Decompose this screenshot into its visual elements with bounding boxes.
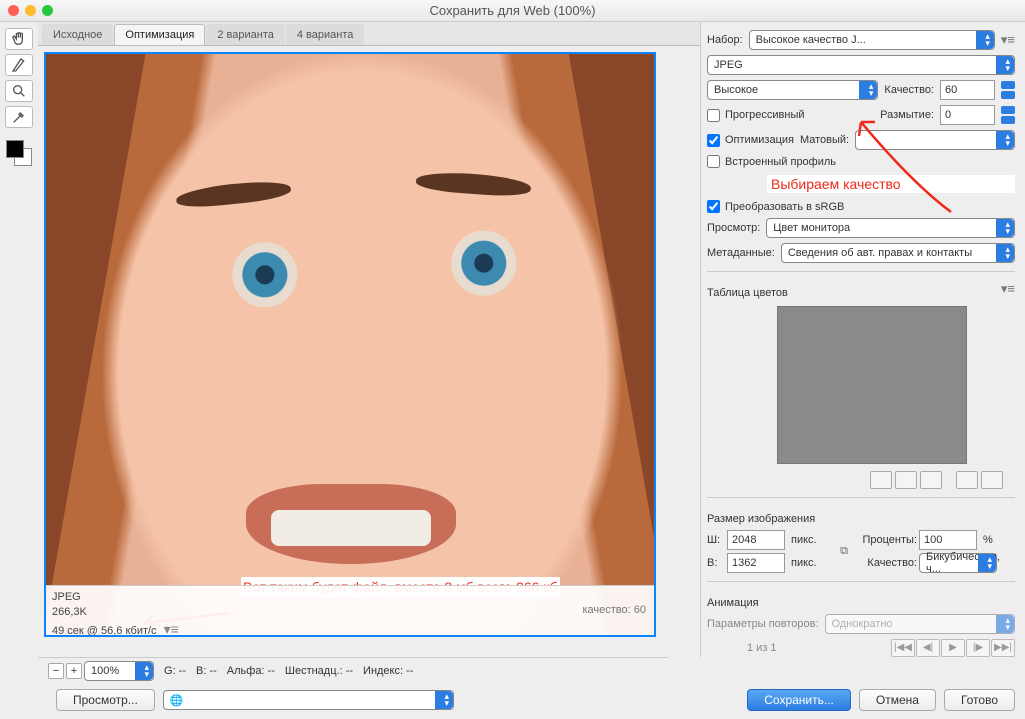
- status-b: B: --: [196, 665, 217, 677]
- quality-input[interactable]: 60: [940, 80, 995, 100]
- percent-label: Проценты:: [857, 534, 917, 546]
- blur-stepper[interactable]: [1001, 105, 1015, 125]
- width-input[interactable]: 2048: [727, 530, 785, 550]
- link-icon[interactable]: ⧉: [833, 545, 855, 558]
- optimization-checkbox[interactable]: Оптимизация: [707, 134, 794, 147]
- first-frame-icon: |◀◀: [891, 639, 915, 657]
- px-label: пикс.: [791, 534, 831, 546]
- save-button[interactable]: Сохранить...: [747, 689, 851, 711]
- zoom-in-icon[interactable]: +: [66, 663, 82, 679]
- quality-stepper[interactable]: [1001, 80, 1015, 100]
- embedded-profile-checkbox[interactable]: Встроенный профиль: [707, 155, 836, 168]
- titlebar: Сохранить для Web (100%): [0, 0, 1025, 22]
- resample-label: Качество:: [857, 557, 917, 569]
- tab-optimized[interactable]: Оптимизация: [114, 24, 205, 45]
- preview-image: [46, 54, 654, 635]
- ct-action-4-icon[interactable]: [956, 471, 978, 489]
- foreground-swatch[interactable]: [6, 140, 24, 158]
- zoom-select[interactable]: 100%▴▾: [84, 661, 154, 681]
- window-title: Сохранить для Web (100%): [0, 3, 1025, 18]
- w-label: Ш:: [707, 534, 725, 546]
- frame-indicator: 1 из 1: [747, 642, 777, 654]
- preview-tabs: Исходное Оптимизация 2 варианта 4 вариан…: [38, 22, 700, 46]
- convert-srgb-checkbox[interactable]: Преобразовать в sRGB: [707, 200, 844, 213]
- eyedropper-tool-icon[interactable]: [5, 106, 33, 128]
- percent-sign: %: [983, 534, 997, 546]
- cancel-button[interactable]: Отмена: [859, 689, 936, 711]
- px-label-2: пикс.: [791, 557, 831, 569]
- color-table-title: Таблица цветов: [707, 284, 788, 299]
- status-alpha: Альфа: --: [227, 665, 275, 677]
- slice-tool-icon[interactable]: [5, 54, 33, 76]
- height-input[interactable]: 1362: [727, 553, 785, 573]
- preview-select[interactable]: Цвет монитора▴▾: [766, 218, 1015, 238]
- settings-panel: Набор: Высокое качество J...▴▾ ▾≡ JPEG▴▾…: [700, 22, 1025, 657]
- done-button[interactable]: Готово: [944, 689, 1015, 711]
- info-format: JPEG: [52, 590, 648, 605]
- color-swatches[interactable]: [6, 140, 32, 166]
- animation-title: Анимация: [707, 594, 1015, 609]
- zoom-out-icon[interactable]: −: [48, 663, 64, 679]
- status-hex: Шестнадц.: --: [285, 665, 353, 677]
- hand-tool-icon[interactable]: [5, 28, 33, 50]
- info-time: 49 сек @ 56,6 кбит/с: [52, 625, 157, 637]
- ct-action-2-icon[interactable]: [895, 471, 917, 489]
- tool-strip: [0, 22, 38, 657]
- quality-label: Качество:: [884, 84, 934, 96]
- color-table-actions: [707, 471, 1015, 489]
- zoom-tool-icon[interactable]: [5, 80, 33, 102]
- ct-action-5-icon[interactable]: [981, 471, 1003, 489]
- preset-select[interactable]: Высокое качество J...▴▾: [749, 30, 995, 50]
- next-frame-icon: |▶: [966, 639, 990, 657]
- image-size-title: Размер изображения: [707, 510, 1015, 525]
- animation-nav: |◀◀ ◀| ▶ |▶ ▶▶|: [891, 639, 1015, 657]
- matte-label: Матовый:: [800, 134, 849, 146]
- status-index: Индекс: --: [363, 665, 413, 677]
- globe-icon: 🌐: [170, 694, 184, 707]
- play-icon: ▶: [941, 639, 965, 657]
- last-frame-icon: ▶▶|: [991, 639, 1015, 657]
- prev-frame-icon: ◀|: [916, 639, 940, 657]
- info-size: 266,3K: [52, 605, 648, 620]
- format-select[interactable]: JPEG▴▾: [707, 55, 1015, 75]
- tab-2up[interactable]: 2 варианта: [206, 24, 285, 45]
- preview-button[interactable]: Просмотр...: [56, 689, 155, 711]
- preset-label: Набор:: [707, 34, 743, 46]
- status-g: G: --: [164, 665, 186, 677]
- flyout-menu-icon[interactable]: ▾≡: [1001, 32, 1015, 48]
- info-quality: качество: 60: [582, 603, 646, 618]
- color-table[interactable]: [777, 306, 967, 464]
- metadata-select[interactable]: Сведения об авт. правах и контакты▴▾: [781, 243, 1015, 263]
- arrow-icon: [851, 112, 961, 222]
- percent-input[interactable]: 100: [919, 530, 977, 550]
- tab-original[interactable]: Исходное: [42, 24, 113, 45]
- metadata-label: Метаданные:: [707, 247, 775, 259]
- loop-label: Параметры повторов:: [707, 618, 819, 630]
- progressive-checkbox[interactable]: Прогрессивный: [707, 109, 805, 122]
- h-label: В:: [707, 557, 725, 569]
- status-bar: − + 100%▴▾ G: -- B: -- Альфа: -- Шестнад…: [38, 657, 668, 683]
- quality-preset-select[interactable]: Высокое▴▾: [707, 80, 878, 100]
- button-bar: Просмотр... 🌐▴▾ Сохранить... Отмена Гото…: [0, 683, 1025, 717]
- loop-select: Однократно▴▾: [825, 614, 1015, 634]
- preview-info: JPEG 266,3K 49 сек @ 56,6 кбит/с ▾≡ каче…: [46, 585, 654, 635]
- resample-select[interactable]: Бикубическая, ч...▴▾: [919, 553, 997, 573]
- preview-label: Просмотр:: [707, 222, 760, 234]
- preview-canvas[interactable]: Вот таким будет файл, вместе 8 мб всего …: [44, 52, 656, 637]
- ct-action-3-icon[interactable]: [920, 471, 942, 489]
- browser-select[interactable]: 🌐▴▾: [163, 690, 454, 710]
- ct-action-1-icon[interactable]: [870, 471, 892, 489]
- tab-4up[interactable]: 4 варианта: [286, 24, 365, 45]
- color-table-menu-icon[interactable]: ▾≡: [1001, 281, 1015, 297]
- info-menu-icon[interactable]: ▾≡: [164, 621, 179, 637]
